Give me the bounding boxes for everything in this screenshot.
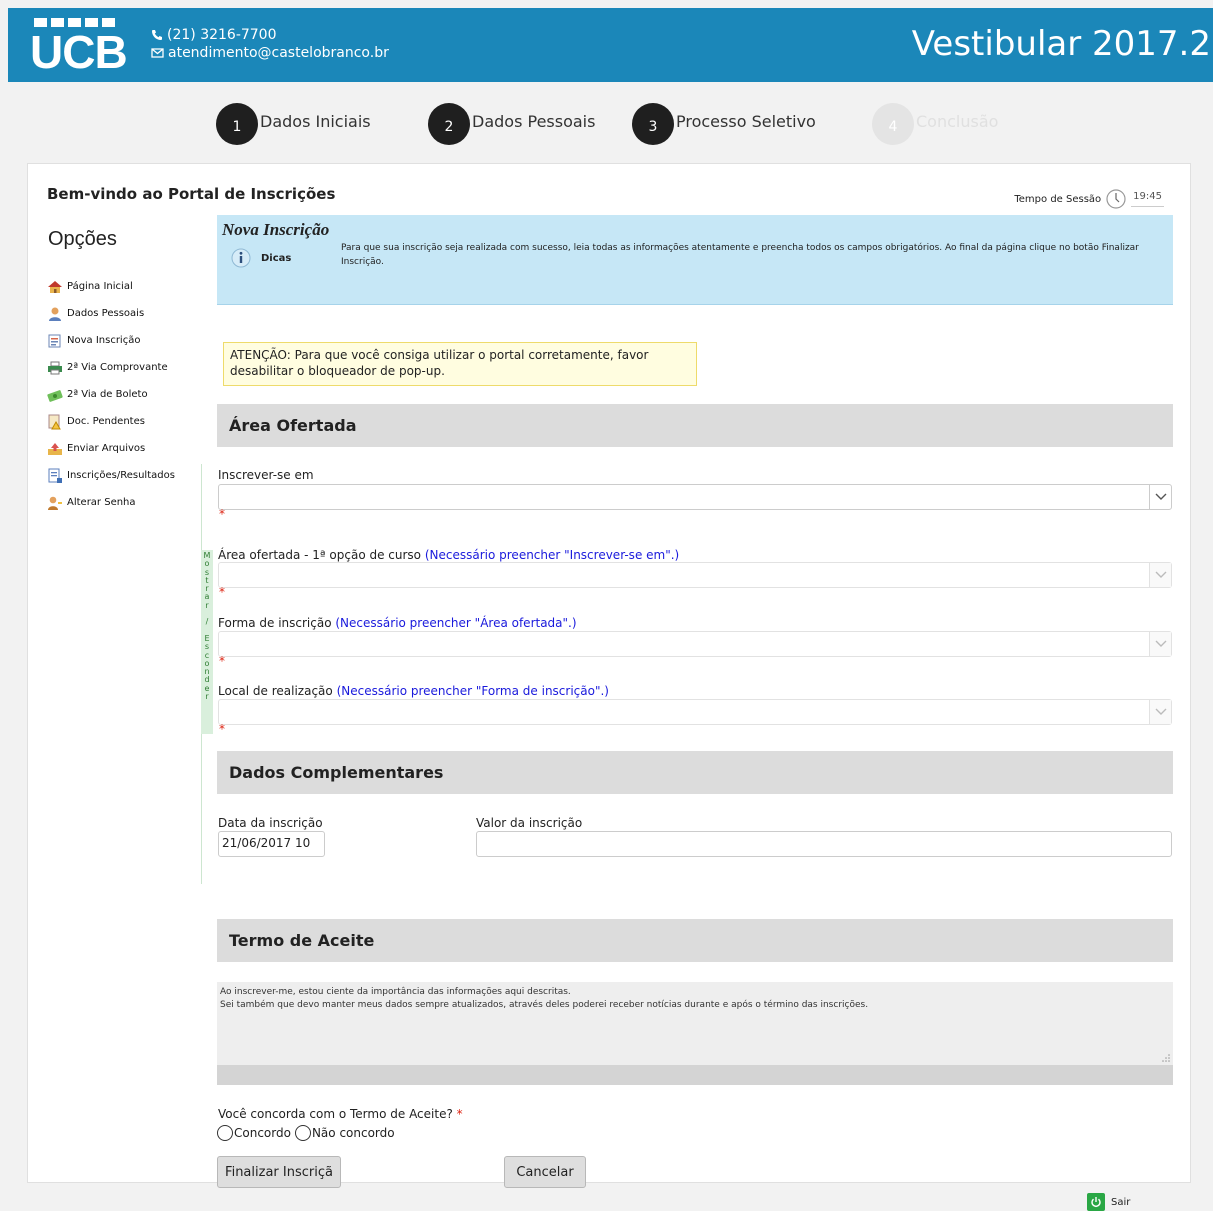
- key-user-icon: [48, 496, 62, 510]
- step-conclusao: 4 Conclusão: [872, 103, 998, 145]
- clock-icon: [1106, 189, 1126, 209]
- step-number: 3: [632, 103, 674, 145]
- sidebar-toggle[interactable]: Mostrar / Esconder: [201, 464, 213, 884]
- cancelar-button[interactable]: Cancelar: [504, 1156, 586, 1188]
- popup-warning: ATENÇÃO: Para que você consiga utilizar …: [223, 342, 697, 386]
- data-inscricao-field[interactable]: 21/06/2017 10: [218, 831, 325, 857]
- valor-inscricao-field[interactable]: [476, 831, 1172, 857]
- sidebar-item-dados-pessoais[interactable]: Dados Pessoais: [47, 300, 207, 327]
- printer-icon: [48, 361, 62, 374]
- required-mark: *: [219, 722, 225, 736]
- forma-label: Forma de inscrição (Necessário preencher…: [218, 616, 577, 630]
- terms-line: Sei também que devo manter meus dados se…: [220, 1000, 869, 1010]
- required-mark: *: [219, 654, 225, 668]
- inscrever-label: Inscrever-se em: [218, 468, 314, 482]
- resize-handle-icon[interactable]: [1162, 1054, 1170, 1062]
- user-icon: [49, 307, 61, 321]
- home-icon: [48, 280, 62, 293]
- session-timer: Tempo de Sessão 19:45: [1014, 188, 1164, 210]
- step-label: Dados Iniciais: [260, 111, 371, 131]
- sidebar-item-nova-inscricao[interactable]: Nova Inscrição: [47, 327, 207, 354]
- step-number: 4: [872, 103, 914, 145]
- finalizar-button[interactable]: Finalizar Inscriçã: [217, 1156, 341, 1188]
- valor-inscricao-label: Valor da inscrição: [476, 816, 583, 830]
- toggle-label-char: r: [205, 692, 209, 702]
- form-icon: [48, 334, 61, 347]
- local-select[interactable]: [218, 699, 1172, 725]
- step-label: Dados Pessoais: [472, 111, 596, 131]
- list-icon: [48, 468, 62, 483]
- step-dados-pessoais: 2 Dados Pessoais: [428, 103, 595, 145]
- forma-select[interactable]: [218, 631, 1172, 657]
- step-processo-seletivo: 3 Processo Seletivo: [632, 103, 816, 145]
- sidebar-item-2via-boleto[interactable]: 2ª Via de Boleto: [47, 381, 207, 408]
- radio-concordo-label[interactable]: Concordo: [234, 1126, 291, 1140]
- chevron-down-icon: [1149, 485, 1171, 509]
- chevron-down-icon: [1149, 632, 1171, 656]
- email-address[interactable]: atendimento@castelobranco.br: [168, 44, 389, 62]
- required-mark: *: [219, 585, 225, 599]
- data-inscricao-label: Data da inscrição: [218, 816, 323, 830]
- form-content: Nova Inscrição Dicas Para que sua inscri…: [217, 215, 1173, 1211]
- sidebar: Opções Página Inicial Dados Pessoais Nov…: [47, 228, 207, 516]
- section-dados-complementares: Dados Complementares: [217, 751, 1173, 794]
- sidebar-item-doc-pendentes[interactable]: Doc. Pendentes: [47, 408, 207, 435]
- logo-text: UCB: [30, 26, 128, 78]
- progress-steps: 1 Dados Iniciais 2 Dados Pessoais 3 Proc…: [0, 103, 1213, 147]
- form-title: Nova Inscrição: [222, 220, 330, 239]
- top-header: UCB (21) 3216-7700 atendimento@castelobr…: [8, 8, 1213, 82]
- sidebar-item-inscricoes-resultados[interactable]: Inscrições/Resultados: [47, 462, 207, 489]
- section-termo-aceite: Termo de Aceite: [217, 919, 1173, 962]
- power-icon: [1087, 1193, 1105, 1211]
- money-icon: [47, 389, 63, 402]
- radio-concordo[interactable]: [217, 1125, 233, 1141]
- session-label: Tempo de Sessão: [1014, 193, 1102, 205]
- sidebar-item-enviar-arquivos[interactable]: Enviar Arquivos: [47, 435, 207, 462]
- sidebar-item-alterar-senha[interactable]: Alterar Senha: [47, 489, 207, 516]
- sair-link[interactable]: Sair: [1087, 1193, 1130, 1211]
- terms-line: Ao inscrever-me, estou ciente da importâ…: [220, 987, 571, 997]
- chevron-down-icon: [1149, 563, 1171, 587]
- welcome-heading: Bem-vindo ao Portal de Inscrições: [47, 185, 336, 203]
- chevron-down-icon: [1149, 700, 1171, 724]
- step-label: Conclusão: [916, 111, 999, 131]
- section-area-ofertada: Área Ofertada: [217, 404, 1173, 447]
- step-number: 1: [216, 103, 258, 145]
- area-select[interactable]: [218, 562, 1172, 588]
- tips-label: Dicas: [231, 248, 291, 268]
- step-dados-iniciais: 1 Dados Iniciais: [216, 103, 371, 145]
- envelope-icon: [151, 48, 164, 58]
- inscrever-select[interactable]: [218, 484, 1172, 510]
- required-mark: *: [219, 507, 225, 521]
- sidebar-item-pagina-inicial[interactable]: Página Inicial: [47, 273, 207, 300]
- sidebar-item-2via-comprovante[interactable]: 2ª Via Comprovante: [47, 354, 207, 381]
- area-label: Área ofertada - 1ª opção de curso (Neces…: [218, 548, 680, 562]
- agreement-options: Concordo Não concordo: [217, 1125, 395, 1141]
- step-label: Processo Seletivo: [676, 111, 816, 131]
- session-time: 19:45: [1131, 191, 1164, 207]
- radio-nao-concordo[interactable]: [294, 1125, 311, 1141]
- page-brand-title: Vestibular 2017.2: [911, 24, 1211, 64]
- info-icon: [231, 248, 251, 268]
- phone-icon: [152, 30, 162, 40]
- phone-number: (21) 3216-7700: [167, 27, 277, 43]
- warning-doc-icon: [48, 414, 61, 429]
- radio-nao-concordo-label[interactable]: Não concordo: [312, 1126, 395, 1140]
- local-label: Local de realização (Necessário preenche…: [218, 684, 609, 698]
- main-panel: Bem-vindo ao Portal de Inscrições Tempo …: [27, 163, 1191, 1211]
- tip-text: Para que sua inscrição seja realizada co…: [341, 243, 1139, 267]
- agreement-question: Você concorda com o Termo de Aceite? *: [218, 1107, 463, 1121]
- step-number: 2: [428, 103, 470, 145]
- tip-box: Nova Inscrição Dicas Para que sua inscri…: [217, 215, 1173, 305]
- toggle-label[interactable]: Mostrar / Esconder: [201, 550, 213, 734]
- terms-footer: [217, 1065, 1173, 1085]
- ucb-logo[interactable]: UCB: [30, 18, 128, 78]
- sidebar-title: Opções: [48, 228, 117, 250]
- terms-textarea[interactable]: Ao inscrever-me, estou ciente da importâ…: [217, 982, 1173, 1065]
- contact-info: (21) 3216-7700 atendimento@castelobranco…: [151, 26, 389, 62]
- upload-icon: [48, 442, 62, 455]
